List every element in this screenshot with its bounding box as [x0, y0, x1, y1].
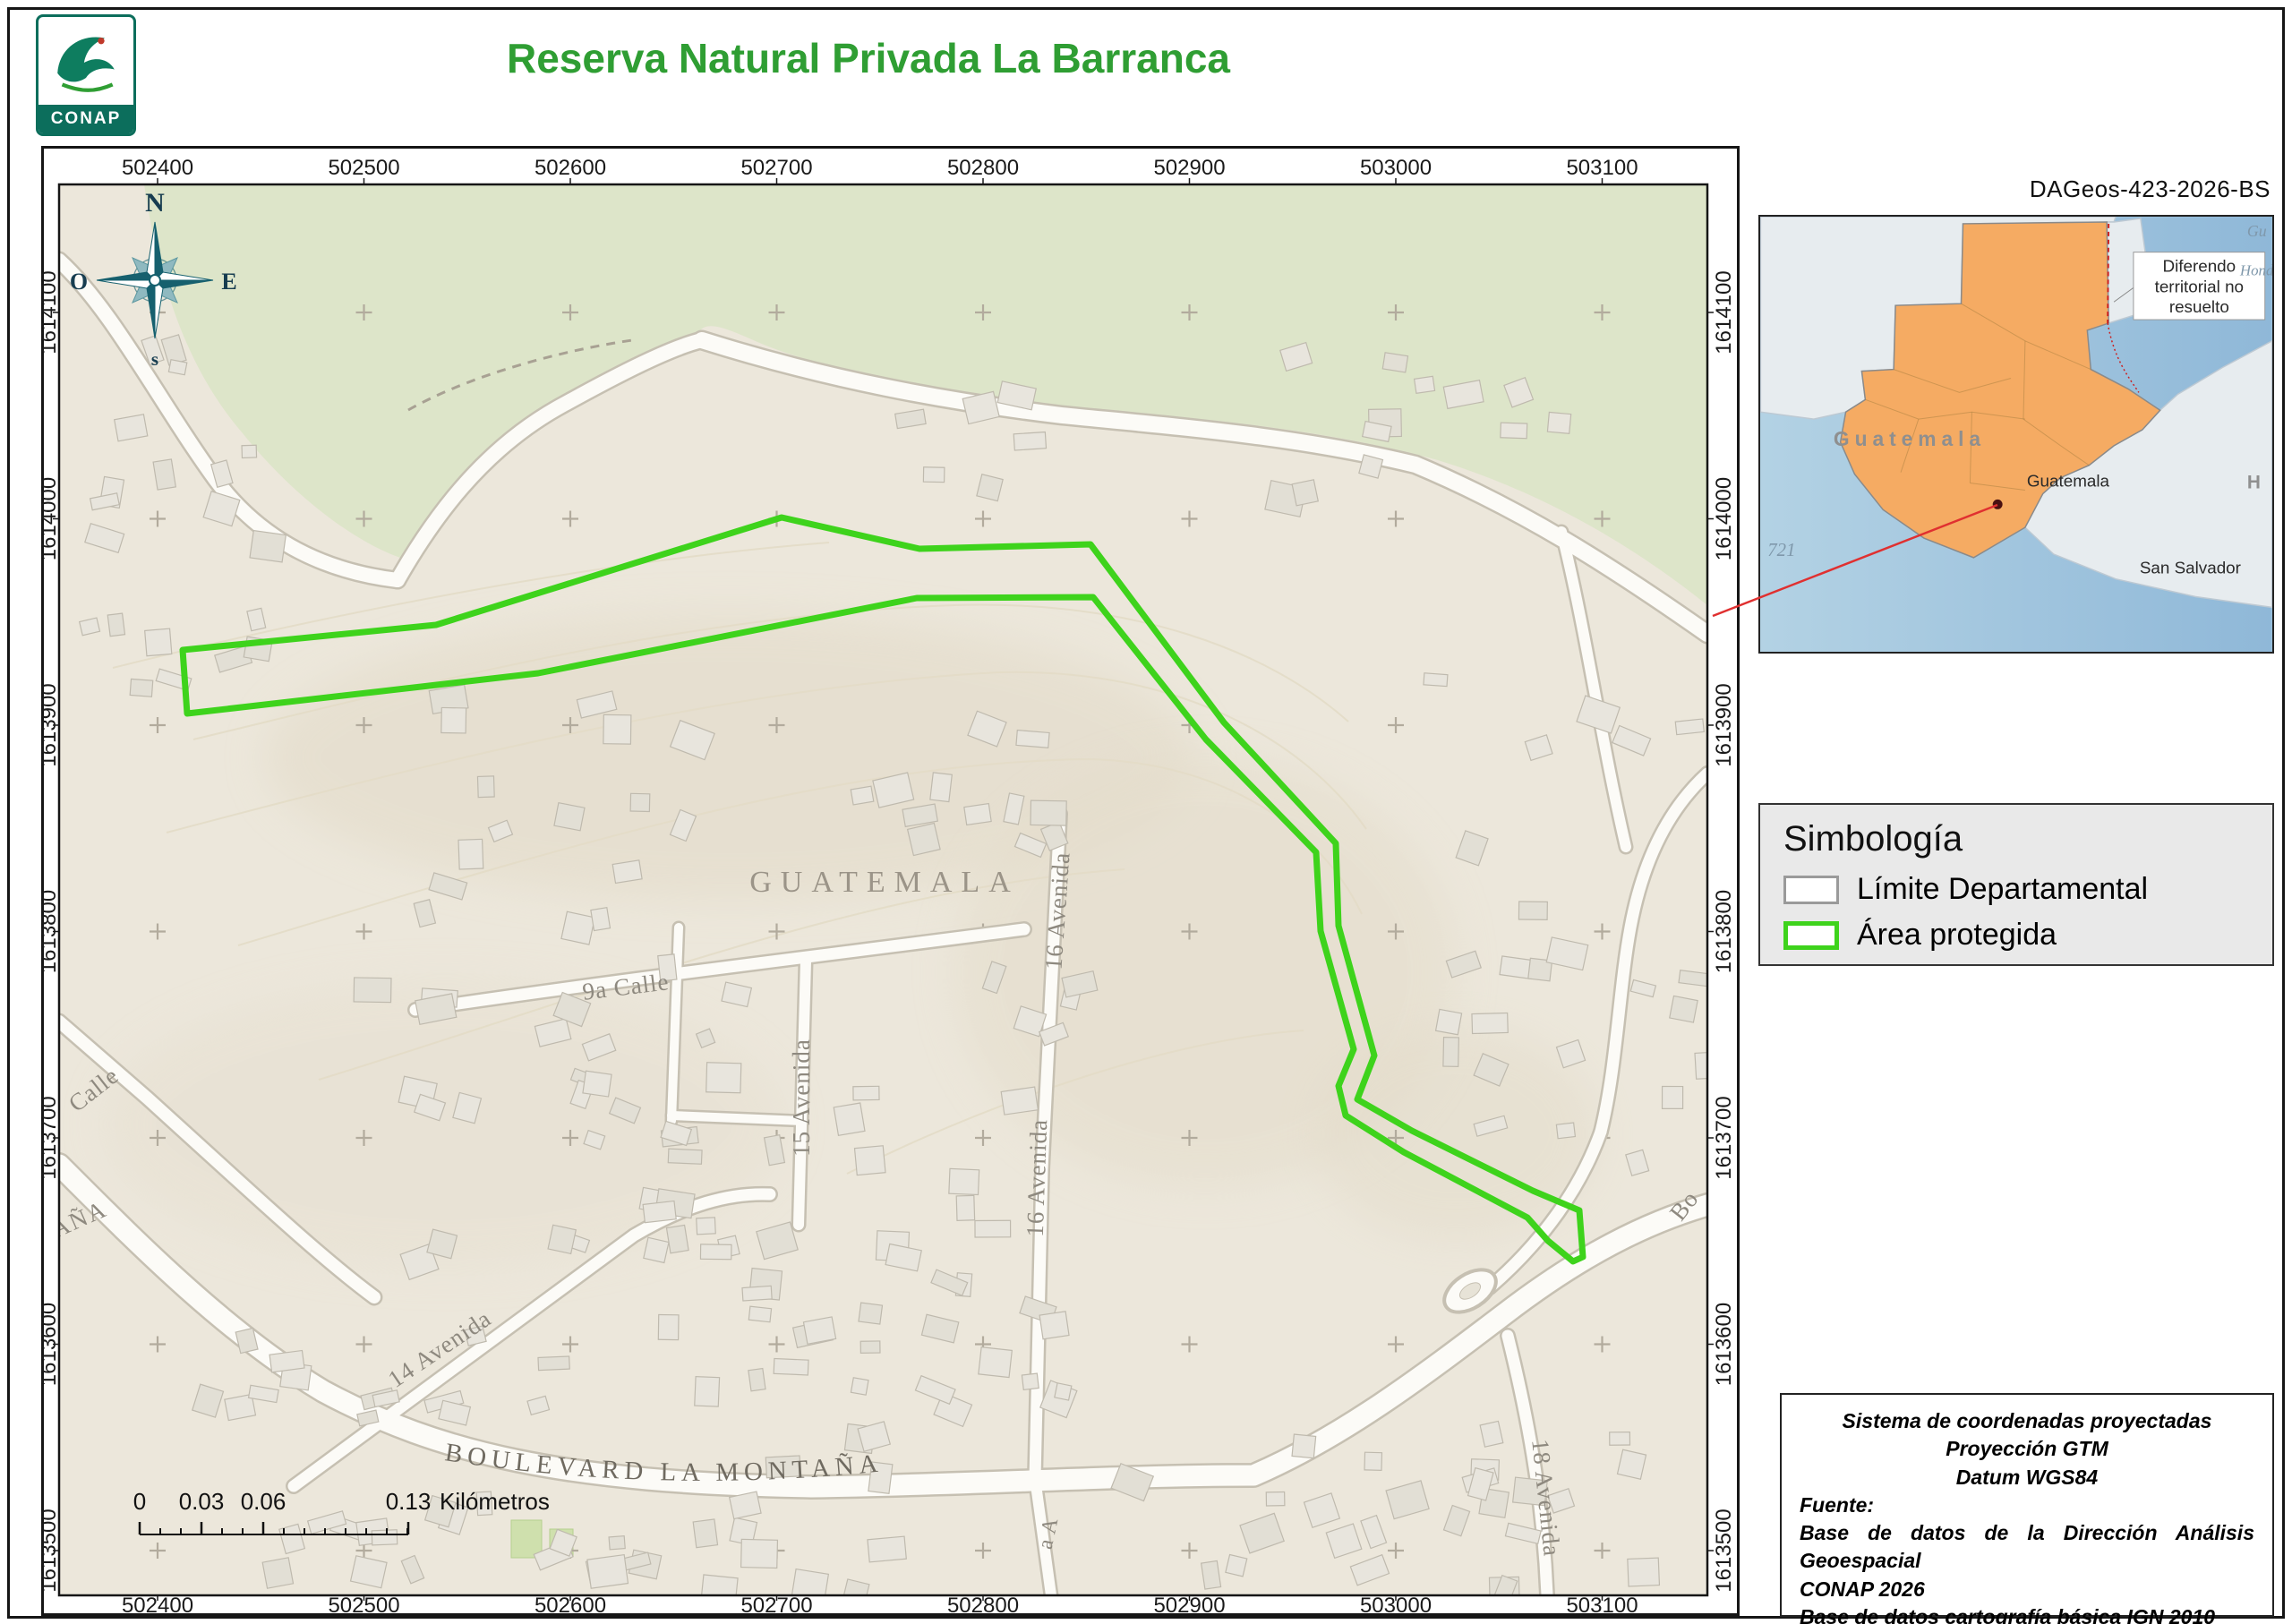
- main-map: 502400 502400 502500 502500 502600 502600 5027…: [41, 146, 1740, 1616]
- legend-item-protected: Área protegida: [1783, 918, 2249, 953]
- map-info-box: Sistema de coordenadas proyectadas Proye…: [1780, 1393, 2274, 1617]
- svg-text:502600: 502600: [535, 156, 606, 180]
- svg-text:503000: 503000: [1360, 156, 1432, 180]
- street-label: 16 Avenida: [1022, 1118, 1053, 1237]
- callout-line-2: territorial no: [2155, 277, 2244, 295]
- svg-text:502800: 502800: [947, 1594, 1019, 1616]
- source-label: Fuente:: [1800, 1492, 2254, 1519]
- inset-map: Diferendo territorial no resuelto Guatem…: [1758, 215, 2274, 654]
- compass-south-label: s: [151, 348, 158, 370]
- source-line-2: CONAP 2026: [1800, 1576, 2254, 1603]
- source-line-3: Base de datos cartografía básica IGN 201…: [1800, 1603, 2254, 1624]
- datum-line: Datum WGS84: [1800, 1464, 2254, 1492]
- svg-text:502500: 502500: [328, 1594, 399, 1616]
- svg-text:502800: 502800: [947, 156, 1019, 180]
- svg-text:1614000: 1614000: [41, 477, 61, 560]
- page-title: Reserva Natural Privada La Barranca: [0, 34, 1737, 82]
- svg-text:1613600: 1613600: [41, 1303, 61, 1386]
- svg-text:503000: 503000: [1360, 1594, 1432, 1616]
- svg-text:502700: 502700: [740, 1594, 812, 1616]
- honduras-label-fragment: H o: [2247, 473, 2272, 493]
- legend-title: Simbología: [1783, 819, 2249, 859]
- conap-logo-text: CONAP: [38, 105, 133, 133]
- projection-line: Proyección GTM: [1800, 1435, 2254, 1463]
- svg-text:503100: 503100: [1566, 156, 1638, 180]
- svg-text:0.13: 0.13: [386, 1488, 432, 1515]
- svg-text:1613500: 1613500: [1712, 1509, 1736, 1592]
- svg-text:1614000: 1614000: [1712, 477, 1736, 560]
- svg-text:502600: 502600: [535, 1594, 606, 1616]
- svg-text:Kilómetros: Kilómetros: [440, 1488, 550, 1515]
- svg-text:502400: 502400: [122, 156, 193, 180]
- departmental-limit-swatch: [1783, 876, 1839, 904]
- callout-line-1: Diferendo: [2162, 256, 2236, 275]
- svg-text:1613700: 1613700: [1712, 1096, 1736, 1179]
- ref-number: 721: [1767, 539, 1795, 560]
- svg-text:1613900: 1613900: [41, 683, 61, 766]
- city-area-label: GUATEMALA: [749, 866, 1020, 899]
- guatemala-city-label: Guatemala: [2027, 472, 2110, 491]
- callout-line-3: resuelto: [2169, 297, 2229, 316]
- compass-north-label: N: [145, 188, 165, 218]
- legend: Simbología Límite Departamental Área pro…: [1758, 803, 2274, 966]
- svg-text:502700: 502700: [740, 156, 812, 180]
- svg-text:502400: 502400: [122, 1594, 193, 1616]
- country-label: Guatemala: [1834, 427, 1986, 450]
- compass-center: [150, 275, 160, 286]
- crs-line: Sistema de coordenadas proyectadas: [1800, 1407, 2254, 1435]
- svg-text:0.03: 0.03: [179, 1488, 225, 1515]
- leaf-arc: [63, 84, 113, 90]
- svg-text:0.06: 0.06: [241, 1488, 286, 1515]
- sea-label-fragment-1: Gu: [2247, 222, 2267, 240]
- svg-text:1614100: 1614100: [1712, 270, 1736, 354]
- svg-text:1613700: 1613700: [41, 1096, 61, 1179]
- svg-text:1613800: 1613800: [41, 890, 61, 973]
- san-salvador-label: San Salvador: [2140, 559, 2241, 577]
- protected-area-swatch: [1783, 921, 1839, 950]
- legend-label-departmental: Límite Departamental: [1857, 872, 2148, 907]
- main-map-frame: 502400 502400 502500 502500 502600 502600 5027…: [41, 146, 1740, 1616]
- svg-text:502900: 502900: [1153, 1594, 1225, 1616]
- compass-west-label: O: [70, 269, 88, 295]
- svg-text:1613900: 1613900: [1712, 683, 1736, 766]
- compass-east-label: E: [221, 269, 236, 295]
- reserve-location-dot: [1993, 500, 2003, 509]
- street-label: 15 Avenida: [788, 1039, 815, 1157]
- svg-text:1613800: 1613800: [1712, 890, 1736, 973]
- legend-item-departmental: Límite Departamental: [1783, 872, 2249, 907]
- source-line-1: Base de datos de la Dirección Análisis G…: [1800, 1519, 2254, 1576]
- svg-text:503100: 503100: [1566, 1594, 1638, 1616]
- sea-label-fragment-2: Hond: [2239, 261, 2272, 278]
- svg-text:1613600: 1613600: [1712, 1303, 1736, 1386]
- svg-text:502500: 502500: [328, 156, 399, 180]
- legend-label-protected: Área protegida: [1857, 918, 2057, 953]
- svg-text:1613500: 1613500: [41, 1509, 61, 1592]
- inset-map-canvas: Diferendo territorial no resuelto Guatem…: [1760, 217, 2272, 652]
- svg-text:502900: 502900: [1153, 156, 1225, 180]
- map-canvas: GUATEMALA BOULEVARD LA MONTAÑA 9a Calle1…: [47, 184, 1728, 1611]
- svg-text:1614100: 1614100: [41, 270, 61, 354]
- document-code: DAGeos-423-2026-BS: [2030, 175, 2271, 203]
- svg-text:0: 0: [133, 1488, 146, 1515]
